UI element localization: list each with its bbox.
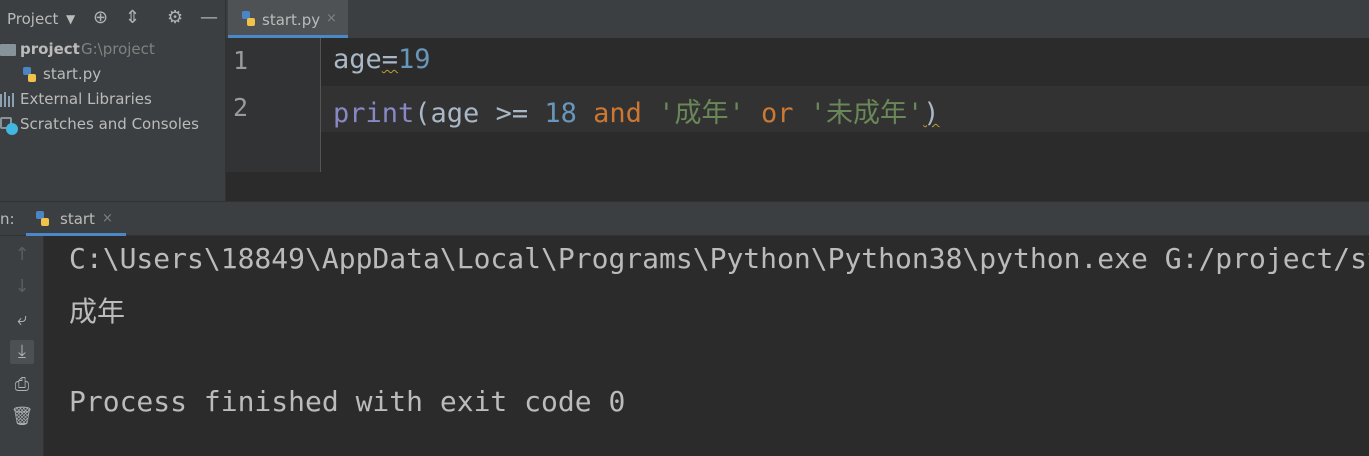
print-icon[interactable]: ⎙ (10, 373, 34, 397)
console-line: Process finished with exit code 0 (69, 385, 626, 418)
soft-wrap-icon[interactable]: ⤶ (10, 308, 34, 332)
paren: ) (923, 98, 940, 129)
code-editor[interactable]: age=19 print(age >= 18 and '成年' or '未成年'… (321, 38, 1369, 172)
project-view-selector[interactable]: Project (7, 10, 58, 28)
paren: ( (414, 98, 431, 129)
locate-icon[interactable]: ⊕ (93, 9, 108, 27)
project-panel: Project ▼ ⊕ ⇕ ⚙ — project G:\project sta… (0, 0, 226, 201)
code-line-2[interactable]: print(age >= 18 and '成年' or '未成年') (333, 91, 940, 130)
tree-item-start-py[interactable]: start.py (0, 63, 225, 87)
scratches-icon (0, 117, 18, 135)
tree-item-label: start.py (43, 65, 102, 83)
tab-run-start[interactable]: start × (26, 202, 126, 236)
gear-icon[interactable]: ⚙ (167, 9, 183, 27)
run-tool-window-header: n: start × (0, 201, 1369, 236)
collapse-all-icon[interactable]: ⇕ (125, 9, 140, 27)
identifier: age (430, 98, 480, 129)
python-file-icon (23, 67, 37, 83)
editor-bottom-area (226, 172, 1369, 201)
operator: = (381, 44, 399, 75)
scroll-to-end-icon[interactable]: ⤓ (10, 340, 34, 364)
folder-icon (0, 44, 16, 56)
close-icon[interactable]: × (326, 11, 337, 26)
string-literal: '成年' (658, 98, 745, 129)
operator: >= (479, 98, 545, 129)
run-window-label: n: (0, 210, 15, 228)
tree-item-project[interactable]: project G:\project (0, 38, 225, 62)
chevron-down-icon[interactable]: ▼ (66, 12, 75, 26)
tab-label: start.py (262, 11, 321, 29)
string-literal: '未成年' (809, 98, 924, 129)
run-console[interactable]: C:\Users\18849\AppData\Local\Programs\Py… (44, 236, 1369, 456)
keyword: and (593, 98, 642, 129)
tree-item-external-libraries[interactable]: External Libraries (0, 88, 225, 112)
console-line: 成年 (69, 295, 126, 328)
tree-item-label: External Libraries (20, 90, 152, 108)
editor-tab-bar: start.py × (226, 0, 1369, 39)
builtin-function: print (333, 98, 415, 129)
code-line-1[interactable]: age=19 (333, 44, 431, 75)
tab-start-py[interactable]: start.py × (228, 0, 348, 38)
number-literal: 18 (544, 98, 577, 129)
line-number: 1 (233, 46, 249, 75)
tree-item-scratches[interactable]: Scratches and Consoles (0, 113, 225, 137)
line-number: 2 (233, 93, 249, 122)
close-icon[interactable]: × (102, 211, 113, 226)
tree-item-path: G:\project (81, 40, 155, 58)
python-file-icon (242, 11, 256, 27)
hide-icon[interactable]: — (200, 9, 218, 27)
arrow-down-icon[interactable]: ↓ (10, 275, 34, 299)
console-line: C:\Users\18849\AppData\Local\Programs\Py… (69, 242, 1369, 275)
library-icon (0, 92, 16, 107)
keyword: or (760, 98, 794, 129)
run-toolbar: ↑ ↓ ⤶ ⤓ ⎙ 🗑 (0, 236, 44, 456)
arrow-up-icon[interactable]: ↑ (10, 243, 34, 267)
identifier: age (333, 44, 382, 75)
trash-icon[interactable]: 🗑 (10, 405, 34, 429)
tree-item-label: Scratches and Consoles (20, 115, 199, 133)
project-toolbar: Project ▼ ⊕ ⇕ ⚙ — (0, 0, 225, 38)
python-file-icon (36, 211, 50, 227)
tree-item-label: project (20, 40, 80, 58)
line-number-gutter: 1 2 (226, 38, 321, 172)
tab-label: start (60, 210, 95, 228)
number-literal: 19 (398, 44, 431, 75)
